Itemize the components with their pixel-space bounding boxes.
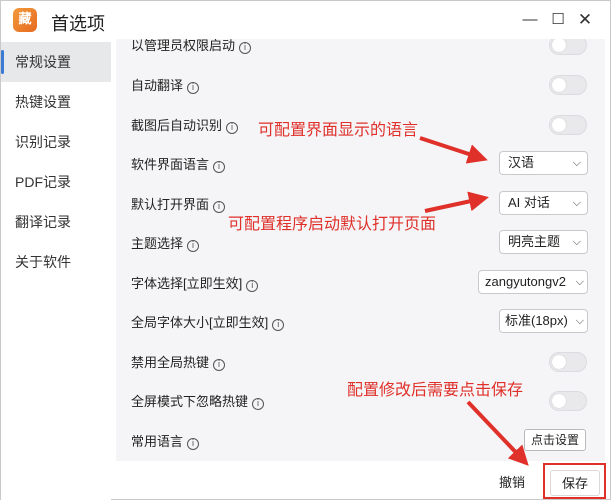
title-bar: 藏 首选项 — ☐ ✕ (1, 1, 610, 39)
info-circle-icon[interactable]: i (187, 438, 200, 450)
setting-label: 全屏模式下忽略热键 (131, 394, 249, 409)
info-circle-icon[interactable]: i (213, 161, 226, 173)
settings-row-run-as-admin: 以管理员权限启动 i (116, 39, 605, 64)
sidebar-item-about[interactable]: 关于软件 (1, 242, 111, 282)
setting-label: 默认打开界面 (131, 197, 210, 212)
auto-ocr-toggle[interactable] (549, 115, 587, 135)
setting-label: 字体选择[立即生效] (131, 276, 243, 291)
auto-translate-toggle[interactable] (549, 75, 587, 95)
minimize-button[interactable]: — (520, 10, 540, 30)
info-circle-icon[interactable]: i (187, 240, 200, 252)
window-title: 首选项 (51, 14, 105, 34)
common-languages-setup-button[interactable]: 点击设置 (524, 429, 586, 451)
select-value: 明亮主题 (508, 234, 561, 249)
font-size-select[interactable]: 标准(18px) ⌵ (499, 309, 588, 333)
app-logo-icon: 藏 (13, 8, 37, 32)
close-icon: ✕ (577, 10, 593, 29)
info-circle-icon[interactable]: i (213, 201, 226, 213)
info-circle-icon[interactable]: i (213, 359, 226, 371)
select-value: 标准(18px) (505, 313, 568, 328)
setting-label: 禁用全局热键 (131, 355, 210, 370)
sidebar: 常规设置 热键设置 识别记录 PDF记录 翻译记录 关于软件 (1, 39, 111, 500)
run-as-admin-toggle[interactable] (549, 39, 587, 55)
settings-row-common-languages: 常用语言 i 点击设置 (116, 420, 605, 460)
minimize-icon: — (522, 11, 538, 28)
preferences-window: 藏 首选项 — ☐ ✕ 常规设置 热键设置 识别记录 PDF记录 翻译记录 关于… (0, 0, 611, 500)
settings-row-font-size: 全局字体大小[立即生效] i 标准(18px) ⌵ (116, 301, 605, 341)
settings-row-disable-hotkeys: 禁用全局热键 i (116, 341, 605, 381)
close-button[interactable]: ✕ (575, 10, 595, 30)
theme-select[interactable]: 明亮主题 ⌵ (499, 230, 588, 254)
save-highlight-box (543, 463, 606, 499)
sidebar-item-pdf-history[interactable]: PDF记录 (1, 162, 111, 202)
sidebar-item-translation-history[interactable]: 翻译记录 (1, 202, 111, 242)
font-select[interactable]: zangyutongv2 ⌵ (478, 270, 588, 294)
settings-row-font: 字体选择[立即生效] i zangyutongv2 ⌵ (116, 262, 605, 302)
annotation-ui-language: 可配置界面显示的语言 (258, 122, 419, 139)
info-circle-icon[interactable]: i (252, 398, 265, 410)
annotation-save-hint: 配置修改后需要点击保存 (347, 382, 524, 399)
select-value: zangyutongv2 (485, 274, 566, 289)
setting-label: 常用语言 (131, 434, 184, 449)
chevron-down-icon: ⌵ (575, 314, 584, 327)
info-circle-icon[interactable]: i (239, 42, 252, 54)
settings-row-ui-language: 软件界面语言 i 汉语 ⌵ (116, 143, 605, 183)
setting-label: 全局字体大小[立即生效] (131, 315, 269, 330)
chevron-down-icon: ⌵ (572, 156, 581, 169)
ui-language-select[interactable]: 汉语 ⌵ (499, 151, 588, 175)
annotation-default-page: 可配置程序启动默认打开页面 (228, 216, 437, 233)
setting-label: 以管理员权限启动 (131, 39, 236, 53)
sidebar-item-general[interactable]: 常规设置 (1, 42, 111, 82)
sidebar-item-ocr-history[interactable]: 识别记录 (1, 122, 111, 162)
sidebar-item-hotkeys[interactable]: 热键设置 (1, 82, 111, 122)
chevron-down-icon: ⌵ (572, 235, 581, 248)
fullscreen-ignore-hotkeys-toggle[interactable] (549, 391, 587, 411)
settings-row-auto-translate: 自动翻译 i (116, 64, 605, 104)
info-circle-icon[interactable]: i (272, 319, 285, 331)
select-value: 汉语 (508, 155, 535, 170)
maximize-icon: ☐ (551, 11, 565, 28)
chevron-down-icon: ⌵ (572, 196, 581, 209)
disable-hotkeys-toggle[interactable] (549, 352, 587, 372)
info-circle-icon[interactable]: i (226, 122, 239, 134)
setting-label: 主题选择 (131, 236, 184, 251)
default-page-select[interactable]: AI 对话 ⌵ (499, 191, 588, 215)
info-circle-icon[interactable]: i (187, 82, 200, 94)
cancel-button[interactable]: 撤销 (489, 470, 535, 496)
setting-label: 软件界面语言 (131, 157, 210, 172)
setting-label: 截图后自动识别 (131, 118, 223, 133)
info-circle-icon[interactable]: i (246, 280, 259, 292)
maximize-button[interactable]: ☐ (548, 10, 568, 30)
setting-label: 自动翻译 (131, 78, 184, 93)
select-value: AI 对话 (508, 195, 550, 210)
chevron-down-icon: ⌵ (575, 275, 584, 288)
